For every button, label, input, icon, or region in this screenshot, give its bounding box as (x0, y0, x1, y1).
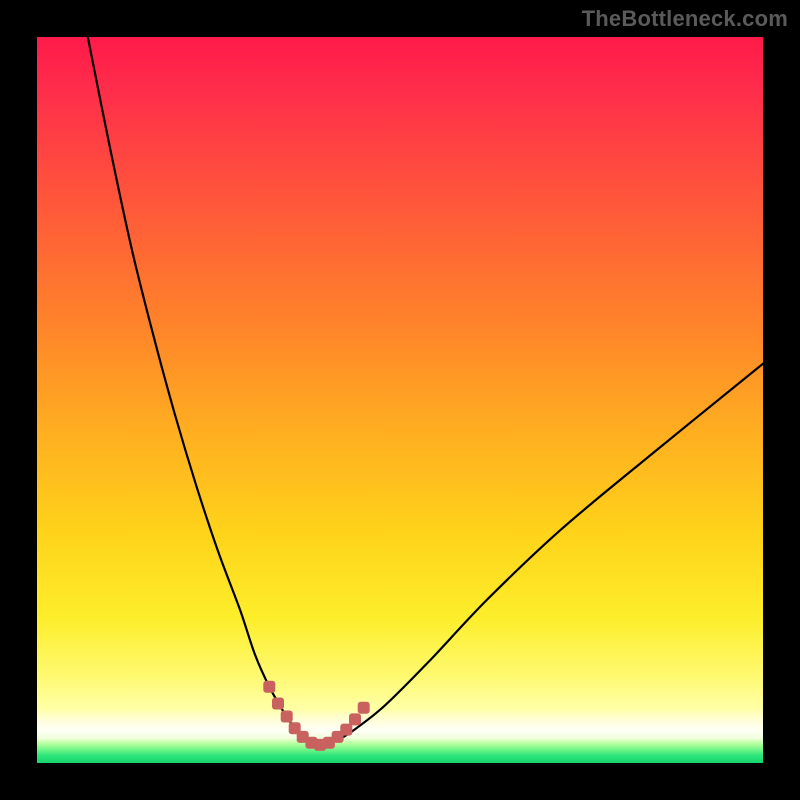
curve-markers (263, 681, 369, 751)
plot-area (37, 37, 763, 763)
curve-marker (340, 724, 352, 736)
curve-marker (263, 681, 275, 693)
outer-frame: TheBottleneck.com (0, 0, 800, 800)
curve-marker (349, 713, 361, 725)
curve-marker (358, 702, 370, 714)
bottleneck-curve (88, 37, 763, 746)
curve-svg (37, 37, 763, 763)
watermark-text: TheBottleneck.com (582, 6, 788, 32)
curve-marker (272, 698, 284, 710)
curve-marker (281, 711, 293, 723)
